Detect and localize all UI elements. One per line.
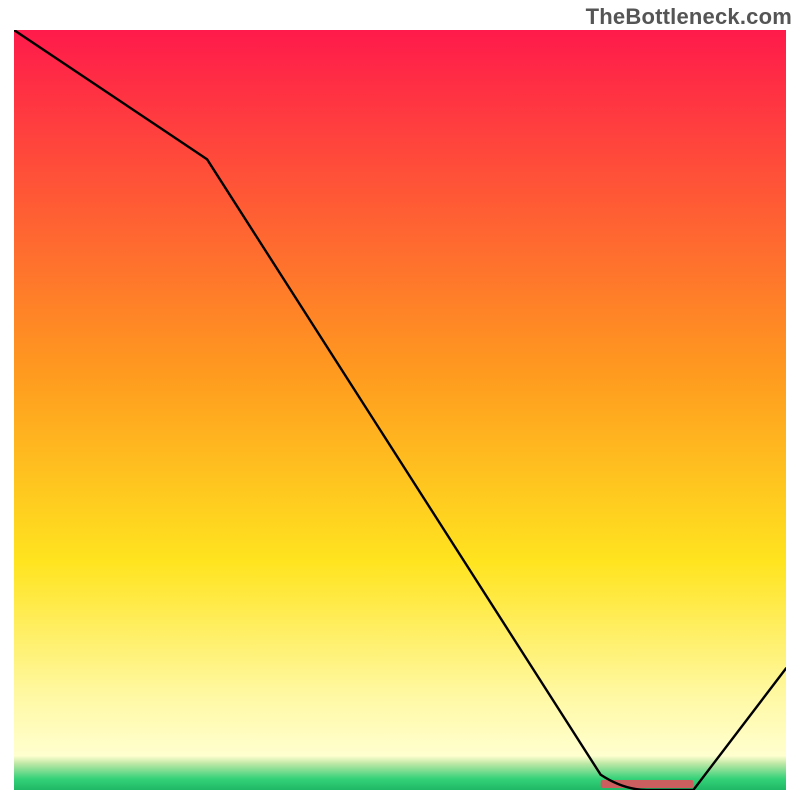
bottleneck-chart [14,30,786,790]
watermark-text: TheBottleneck.com [586,4,792,30]
optimum-marker [601,780,694,788]
chart-svg [14,30,786,790]
gradient-background [14,30,786,790]
page-root: TheBottleneck.com [0,0,800,800]
